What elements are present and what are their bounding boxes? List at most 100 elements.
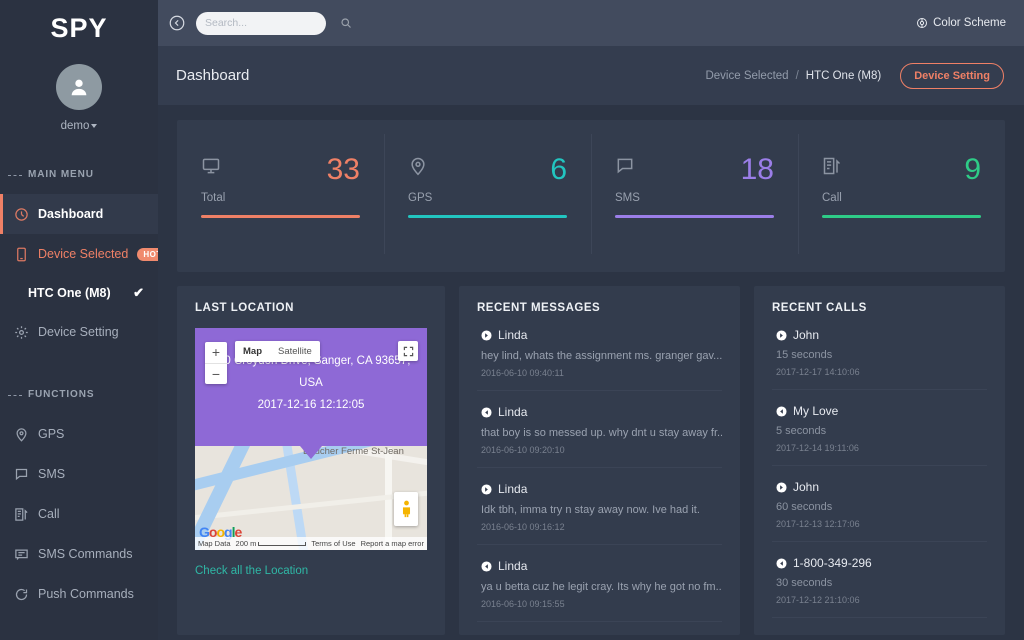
profile-block: demo (0, 56, 158, 132)
outgoing-arrow-icon (776, 482, 787, 493)
recent-messages-panel: RECENT MESSAGES Linda hey lind, whats th… (459, 286, 740, 635)
map-type-satellite-button[interactable]: Satellite (270, 341, 320, 362)
message-text: Idk tbh, imma try n stay away now. Ive h… (481, 504, 722, 516)
map-timestamp: 2017-12-16 12:12:05 (195, 394, 427, 416)
sidebar-item-gps[interactable]: GPS (0, 414, 158, 454)
incoming-arrow-icon (481, 561, 492, 572)
last-location-panel: LAST LOCATION Boucher Ferme St-Jean 530 … (177, 286, 445, 635)
sidebar-item-sms-commands[interactable]: SMS Commands (0, 534, 158, 574)
stat-bar (408, 215, 567, 218)
call-contact-label: My Love (793, 404, 838, 418)
mobile-icon (14, 247, 29, 262)
list-item[interactable]: John 15 seconds 2017-12-17 14:10:06 (772, 314, 987, 390)
message-time: 2016-06-10 09:15:55 (481, 599, 722, 609)
profile-name-label: demo (61, 120, 90, 132)
brand-logo[interactable]: SPY (0, 0, 158, 56)
sidebar-item-sms[interactable]: SMS (0, 454, 158, 494)
message-time: 2016-06-10 09:16:12 (481, 522, 722, 532)
message-sender: Linda (481, 405, 722, 419)
chevron-down-icon (91, 124, 97, 128)
panel-title: LAST LOCATION (195, 302, 427, 314)
call-time: 2017-12-13 12:17:06 (776, 519, 987, 529)
user-icon (68, 76, 90, 98)
breadcrumb-separator: / (796, 70, 799, 82)
sidebar-item-device-setting[interactable]: Device Setting (0, 312, 158, 352)
pegman-glyph (400, 498, 413, 520)
list-item[interactable]: Linda Idk tbh, imma try n stay away now.… (477, 468, 722, 545)
map-pin-icon (408, 156, 428, 176)
message-sender: Linda (481, 328, 722, 342)
main-menu-heading: MAIN MENU (0, 168, 158, 182)
map-report-link[interactable]: Report a map error (361, 539, 424, 548)
map-zoom-out-button[interactable]: − (205, 363, 227, 384)
breadcrumb-parent[interactable]: Device Selected (705, 70, 788, 82)
message-text: ya u betta cuz he legit cray. Its why he… (481, 581, 722, 593)
hot-badge: HOT (137, 248, 158, 261)
call-log-icon (14, 507, 29, 522)
device-setting-button[interactable]: Device Setting (900, 63, 1004, 89)
call-duration: 30 seconds (776, 577, 987, 589)
check-icon: ✔ (133, 285, 144, 301)
sidebar-item-push-commands[interactable]: Push Commands (0, 574, 158, 614)
main-area: Color Scheme Dashboard Device Selected /… (158, 0, 1024, 640)
stat-call: 9 Call (798, 136, 1005, 272)
stat-value: 18 (741, 156, 774, 184)
stat-total: 33 Total (177, 136, 384, 272)
color-scheme-button[interactable]: Color Scheme (916, 17, 1006, 29)
map-pin-icon (14, 427, 29, 442)
search-input[interactable] (205, 17, 340, 29)
topbar: Color Scheme (158, 0, 1024, 46)
main-nav: Dashboard Device Selected HOT › HTC One … (0, 194, 158, 352)
stat-label: Call (822, 192, 981, 204)
sidebar-item-device-selected[interactable]: Device Selected HOT › (0, 234, 158, 274)
stat-bar (201, 215, 360, 218)
sidebar-item-call[interactable]: Call (0, 494, 158, 534)
sidebar-item-dashboard[interactable]: Dashboard (0, 194, 158, 234)
list-item[interactable]: Linda hey lind, whats the assignment ms.… (477, 314, 722, 391)
recent-calls-panel: RECENT CALLS John 15 seconds 2017-12-17 … (754, 286, 1005, 635)
list-item[interactable]: Linda ya u betta cuz he legit cray. Its … (477, 545, 722, 622)
list-item[interactable]: My Love 5 seconds 2017-12-14 19:11:06 (772, 390, 987, 466)
content-area: 33 Total 6 GPS (158, 106, 1024, 635)
list-item[interactable]: Linda that boy is so messed up. why dnt … (477, 391, 722, 468)
message-sender: Linda (481, 559, 722, 573)
dashboard-icon (14, 207, 29, 222)
sidebar-item-label: Device Setting (38, 325, 119, 339)
search-icon[interactable] (340, 17, 352, 29)
avatar[interactable] (56, 64, 102, 110)
stat-label: GPS (408, 192, 567, 204)
map-zoom-in-button[interactable]: + (205, 342, 227, 363)
map-terms-link[interactable]: Terms of Use (311, 539, 355, 548)
stat-sms: 18 SMS (591, 136, 798, 272)
map[interactable]: Boucher Ferme St-Jean 530 Croydon Drive,… (195, 328, 427, 550)
sidebar-item-label: GPS (38, 427, 64, 441)
refresh-icon (14, 587, 29, 602)
sidebar-item-label: Device Selected (38, 247, 128, 261)
monitor-icon (201, 156, 221, 176)
map-scale: 200 m (236, 539, 307, 548)
call-contact-label: 1-800-349-296 (793, 556, 872, 570)
collapse-sidebar-icon[interactable] (168, 14, 186, 32)
list-item[interactable]: John 60 seconds 2017-12-13 12:17:06 (772, 466, 987, 542)
sidebar: SPY demo MAIN MENU Dashboard (0, 0, 158, 640)
stat-bar (615, 215, 774, 218)
street-view-pegman-icon[interactable] (394, 492, 418, 526)
check-all-location-link[interactable]: Check all the Location (195, 565, 308, 577)
message-text: that boy is so messed up. why dnt u stay… (481, 427, 722, 439)
list-item[interactable]: 1-800-349-296 30 seconds 2017-12-12 21:1… (772, 542, 987, 618)
stat-bar (822, 215, 981, 218)
search-box[interactable] (196, 12, 326, 35)
gear-icon (14, 325, 29, 340)
sidebar-subitem-htc-one-m8[interactable]: HTC One (M8) ✔ (0, 274, 158, 312)
map-address-line2: USA (195, 372, 427, 394)
functions-heading: FUNCTIONS (0, 388, 158, 402)
message-sender-label: Linda (498, 405, 527, 419)
sms-commands-icon (14, 547, 29, 562)
message-sender-label: Linda (498, 328, 527, 342)
map-type-map-button[interactable]: Map (235, 341, 270, 362)
stat-value: 33 (327, 156, 360, 184)
fullscreen-icon[interactable] (398, 341, 418, 361)
call-duration: 15 seconds (776, 349, 987, 361)
chat-bubble-icon (14, 467, 29, 482)
profile-menu[interactable]: demo (0, 120, 158, 132)
